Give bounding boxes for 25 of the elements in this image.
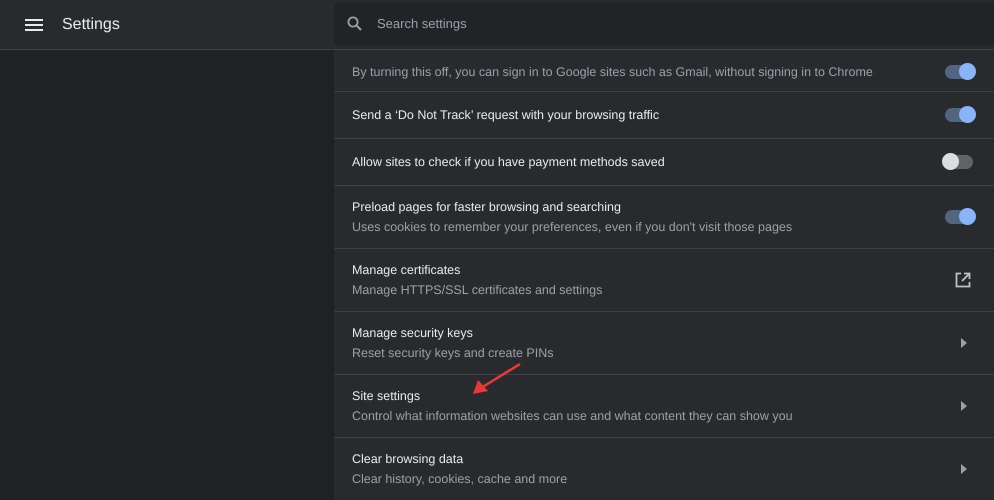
toggle-switch[interactable] [945,64,973,78]
setting-description: Reset security keys and create PINs [352,346,554,360]
setting-title: Manage certificates [352,263,462,277]
setting-description: Clear history, cookies, cache and more [352,472,568,486]
setting-title: Manage security keys [352,326,474,340]
menu-icon[interactable] [25,18,43,30]
toggle-switch[interactable] [945,155,973,169]
setting-title: Allow sites to check if you have payment methods saved [352,155,666,169]
setting-title: Clear browsing data [352,452,464,466]
setting-description: Uses cookies to remember your preferences, even if you don't visit those pages [352,220,794,234]
external-link-icon[interactable] [955,272,971,288]
setting-description: Manage HTTPS/SSL certificates and settings [352,283,604,297]
caret-right-icon[interactable] [961,338,967,348]
page-title: Settings [62,16,120,34]
search-input[interactable]: Search settings [334,2,994,45]
annotation-arrow [472,363,522,395]
setting-description: Control what information websites can use and what content they can show you [352,409,794,423]
setting-title: Site settings [352,389,422,403]
toggle-switch[interactable] [945,108,973,122]
setting-title: Send a ‘Do Not Track’ request with your browsing traffic [352,108,660,122]
caret-right-icon[interactable] [961,401,967,411]
setting-title: Preload pages for faster browsing and searching [352,200,622,214]
setting-description: By turning this off, you can sign in to Google sites such as Gmail, without signing in to Chrome [352,64,874,78]
toggle-switch[interactable] [945,210,973,224]
caret-right-icon[interactable] [961,464,967,474]
